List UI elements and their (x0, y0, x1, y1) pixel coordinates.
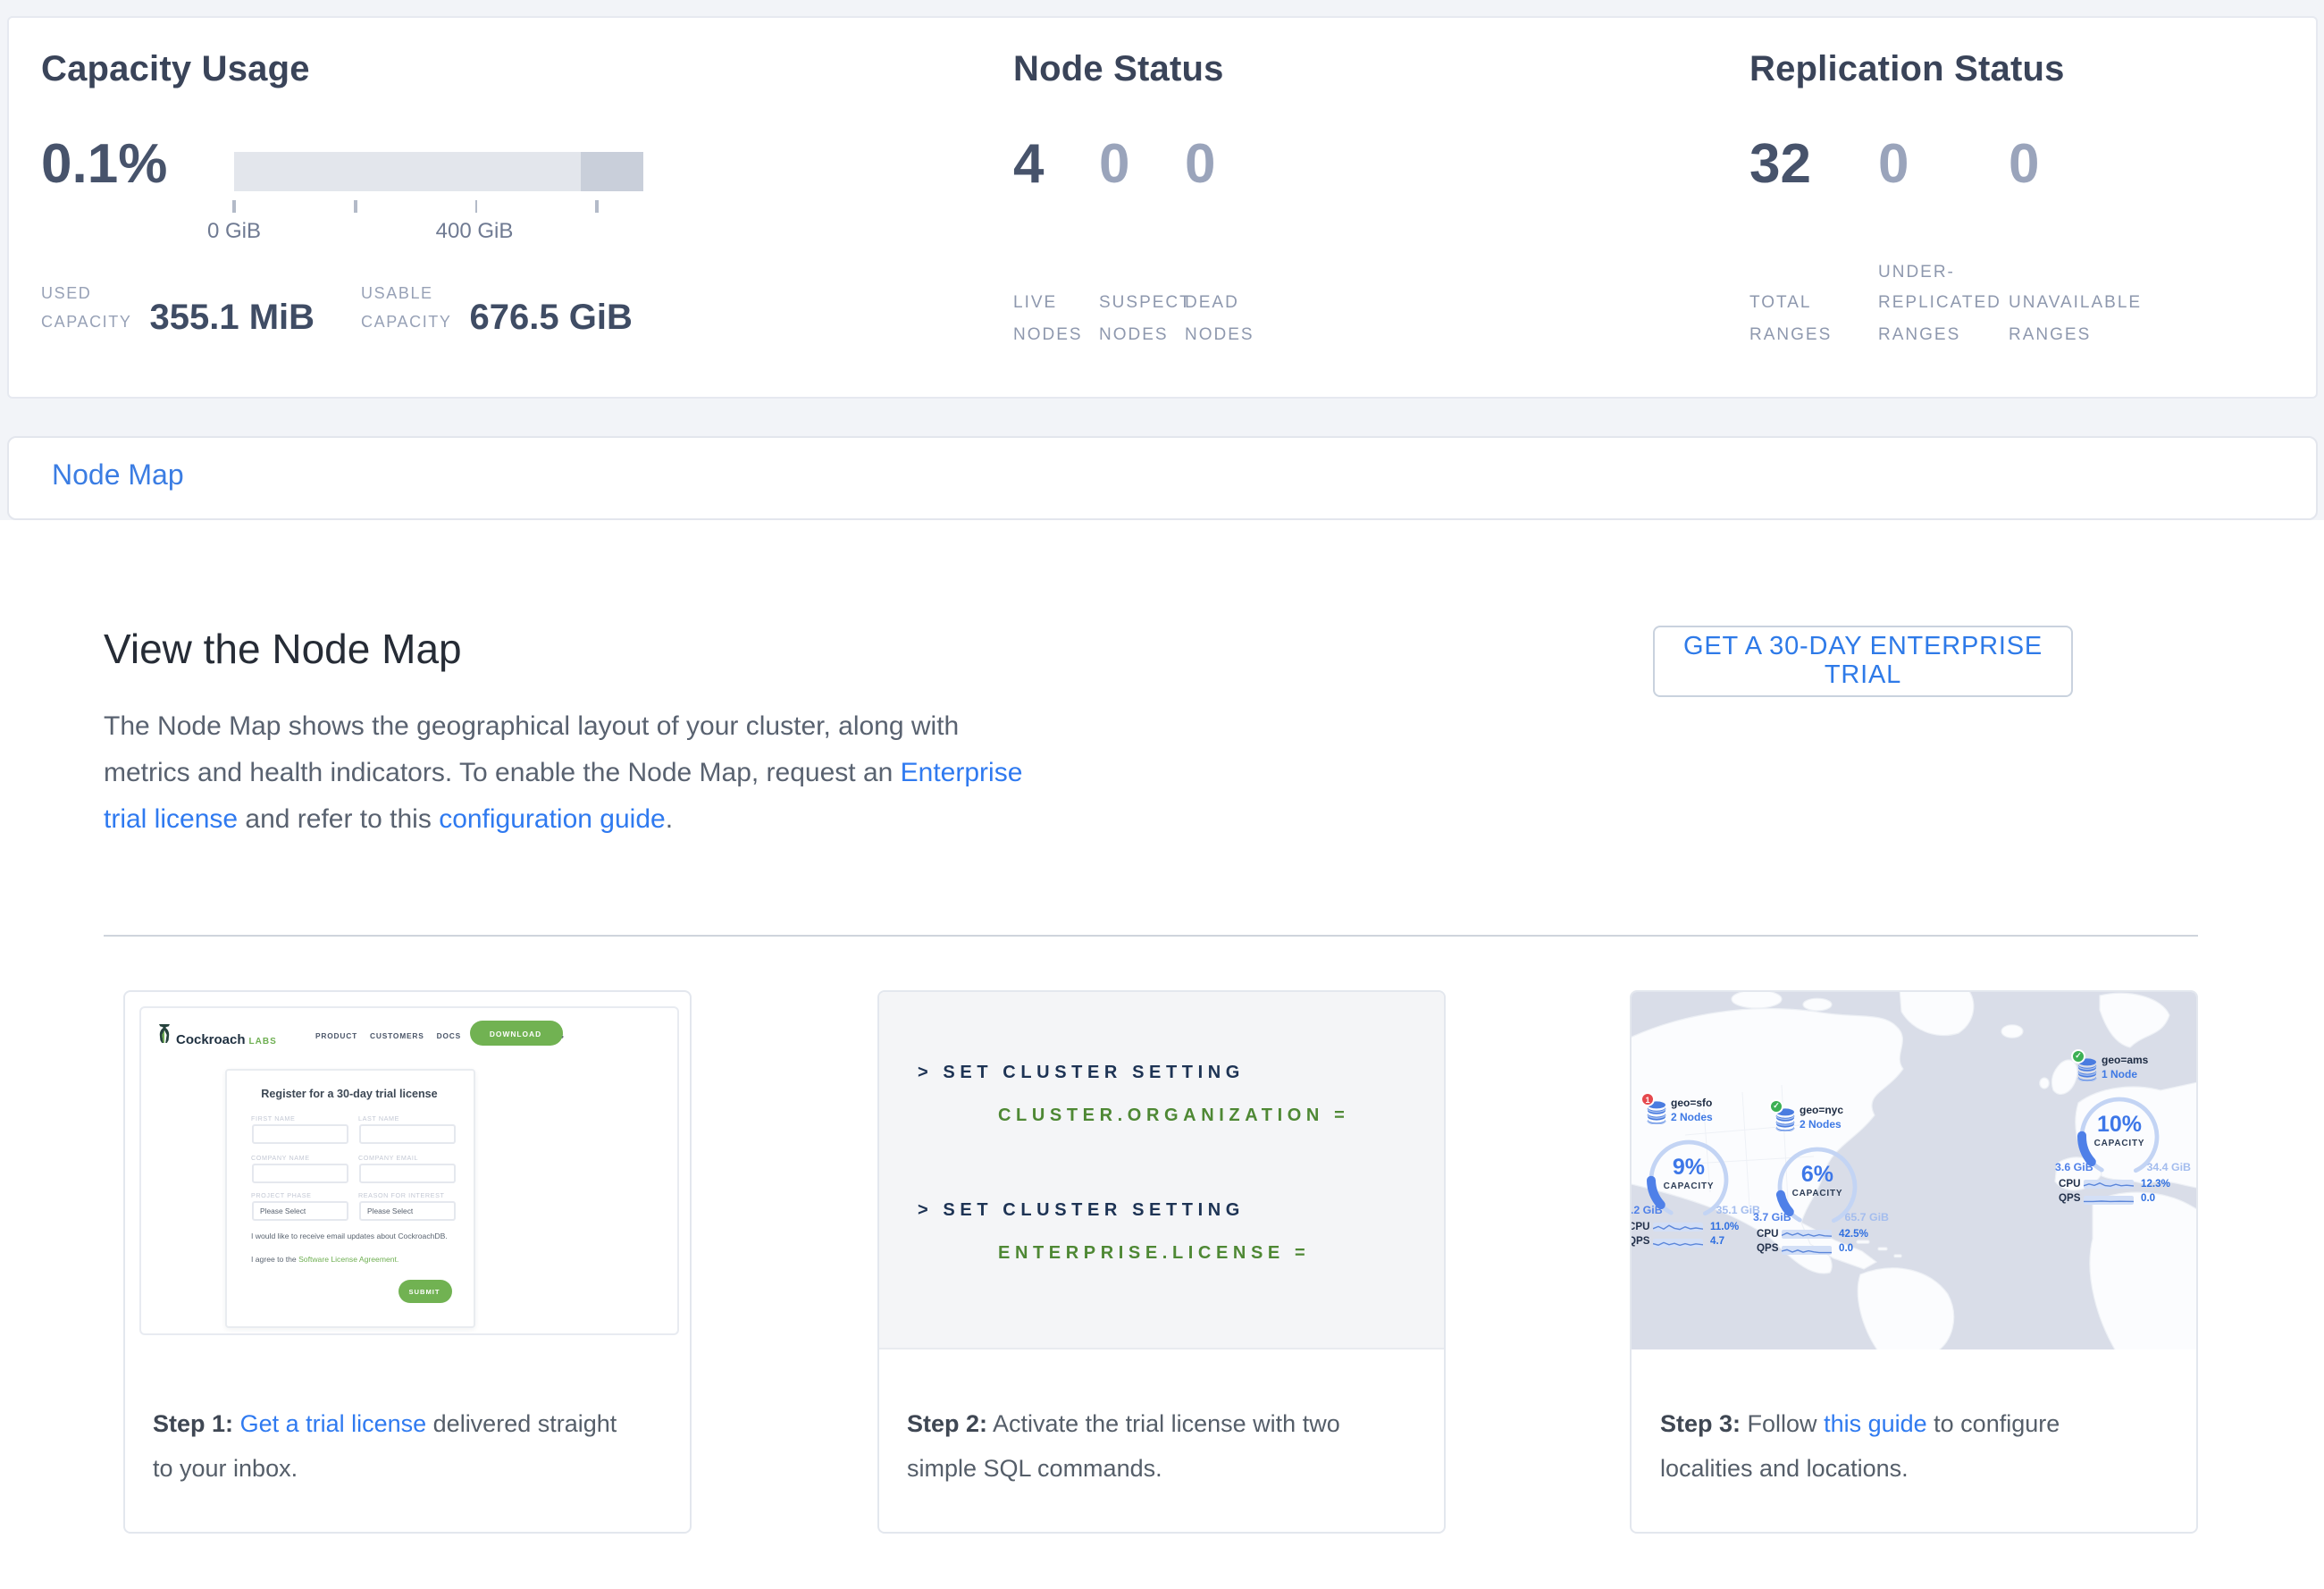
step3-caption: Step 3: Follow this guide to configurelo… (1632, 1349, 2196, 1491)
usable-capacity-label: USABLE CAPACITY (361, 279, 452, 336)
capacity-bar-segment (581, 152, 643, 191)
suspect-nodes-count: 0 (1099, 132, 1130, 197)
step1-card: Cockroach LABS PRODUCTCUSTOMERSDOCSRESOU… (122, 990, 691, 1533)
locality-label: geo=ams (2102, 1055, 2148, 1069)
node-count-label: 2 Nodes (1800, 1119, 1843, 1133)
step2-sql-panel: > SET CLUSTER SETTING CLUSTER.ORGANIZATI… (878, 992, 1443, 1349)
unavailable-ranges-label: UNAVAILABLERANGES (2009, 256, 2142, 350)
cluster-overview-page: Capacity Usage 0.1% 0 GiB 400 GiB USED C… (0, 0, 2324, 1589)
ok-badge-icon: ✓ (1769, 1099, 1783, 1114)
axis-tick (595, 200, 598, 213)
node-map-dropdown-label: Node Map (52, 462, 184, 494)
usable-capacity-value: 676.5 GiB (470, 298, 633, 340)
replication-status-title: Replication Status (1749, 50, 2065, 91)
map-node-nyc: ✓ geo=nyc 2 Nodes (1769, 1106, 1919, 1255)
qps-sparkline-icon (2084, 1195, 2134, 1204)
axis-tick-label: 0 GiB (207, 218, 261, 243)
mini-trial-form: Register for a 30-day trial license FIRS… (224, 1069, 474, 1328)
node-count-label: 1 Node (2102, 1069, 2148, 1083)
axis-tick-label: 400 GiB (436, 218, 514, 243)
axis-tick (232, 200, 235, 213)
capacity-gauge: 10% CAPACITY (2071, 1089, 2168, 1173)
get-trial-license-link[interactable]: Get a trial license (240, 1410, 427, 1437)
live-nodes-count: 4 (1013, 132, 1045, 197)
locality-label: geo=nyc (1800, 1105, 1843, 1119)
capacity-values-row: USED CAPACITY 355.1 MiB USABLE CAPACITY … (41, 279, 633, 336)
page-title: View the Node Map (104, 626, 462, 674)
live-nodes-label: LIVENODES (1013, 256, 1083, 350)
under-replicated-ranges-label: UNDER-REPLICATEDRANGES (1878, 256, 2001, 350)
total-ranges-label: TOTALRANGES (1749, 256, 1832, 350)
intro-line2: metrics and health indicators. To enable… (104, 758, 901, 788)
step1-screenshot: Cockroach LABS PRODUCTCUSTOMERSDOCSRESOU… (124, 992, 689, 1349)
capacity-usage-title: Capacity Usage (41, 50, 310, 91)
capacity-bar: 0 GiB 400 GiB (234, 152, 643, 191)
dead-nodes-count: 0 (1185, 132, 1216, 197)
total-ranges-count: 32 (1749, 132, 1811, 197)
mini-input (251, 1124, 348, 1144)
capacity-gauge: 6% CAPACITY (1769, 1139, 1866, 1223)
suspect-nodes-label: SUSPECTNODES (1099, 256, 1192, 350)
node-map-info-panel: View the Node Map GET A 30-DAY ENTERPRIS… (0, 520, 2324, 1589)
sql-command-2: > SET CLUSTER SETTING (918, 1201, 1245, 1221)
node-status-title: Node Status (1013, 50, 1224, 91)
ok-badge-icon: ✓ (2071, 1049, 2085, 1064)
map-node-sfo: 1 geo=sfo 2 Nodes (1640, 1099, 1791, 1248)
mini-select: Please Select (251, 1201, 348, 1221)
mini-checkbox-license: I agree to the Software License Agreemen… (251, 1255, 399, 1264)
mini-input (251, 1163, 348, 1182)
used-capacity-label: USED CAPACITY (41, 279, 132, 336)
axis-tick (474, 200, 477, 213)
mini-input (358, 1163, 455, 1182)
step1-caption: Step 1: Get a trial license delivered st… (124, 1349, 689, 1491)
axis-tick (354, 200, 357, 213)
cluster-summary-panel: Capacity Usage 0.1% 0 GiB 400 GiB USED C… (7, 16, 2318, 398)
node-map-dropdown[interactable]: Node Map (7, 435, 2318, 520)
mini-select: Please Select (358, 1201, 455, 1221)
mini-submit-button: SUBMIT (398, 1280, 451, 1303)
step2-card: > SET CLUSTER SETTING CLUSTER.ORGANIZATI… (877, 990, 1445, 1533)
this-guide-link[interactable]: this guide (1824, 1410, 1927, 1437)
qps-sparkline-icon (1653, 1238, 1703, 1247)
capacity-used-percent: 0.1% (41, 132, 167, 197)
intro-line1: The Node Map shows the geographical layo… (104, 711, 959, 742)
mini-checkbox-updates: I would like to receive email updates ab… (251, 1232, 448, 1240)
map-node-ams: ✓ geo=ams 1 Node (2071, 1056, 2198, 1205)
sql-command-1: > SET CLUSTER SETTING (918, 1064, 1245, 1083)
error-badge-icon: 1 (1640, 1092, 1655, 1106)
used-capacity-value: 355.1 MiB (150, 298, 315, 340)
section-divider (104, 935, 2198, 937)
qps-sparkline-icon (1782, 1245, 1832, 1254)
configuration-guide-link[interactable]: configuration guide (439, 804, 666, 835)
sql-arg-2: ENTERPRISE.LICENSE = (998, 1244, 1310, 1264)
mini-download-button: DOWNLOAD (469, 1021, 562, 1046)
step2-caption: Step 2: Activate the trial license with … (878, 1349, 1443, 1491)
locality-label: geo=sfo (1671, 1097, 1713, 1112)
unavailable-ranges-count: 0 (2009, 132, 2040, 197)
under-replicated-ranges-count: 0 (1878, 132, 1909, 197)
sql-arg-1: CLUSTER.ORGANIZATION = (998, 1106, 1349, 1126)
registration-form-thumbnail: Cockroach LABS PRODUCTCUSTOMERSDOCSRESOU… (138, 1006, 678, 1335)
intro-line3: and refer to this (238, 804, 439, 835)
capacity-gauge: 9% CAPACITY (1640, 1131, 1737, 1215)
node-map-preview: 1 geo=sfo 2 Nodes (1632, 992, 2196, 1349)
node-count-label: 2 Nodes (1671, 1112, 1713, 1126)
mini-input (358, 1124, 455, 1144)
step3-card: 1 geo=sfo 2 Nodes (1630, 990, 2198, 1533)
cockroach-icon (156, 1024, 171, 1044)
intro-paragraph: The Node Map shows the geographical layo… (104, 704, 1176, 844)
cockroach-labs-logo: Cockroach LABS (156, 1024, 277, 1047)
enterprise-trial-button[interactable]: GET A 30-DAY ENTERPRISE TRIAL (1653, 626, 2073, 697)
dead-nodes-label: DEADNODES (1185, 256, 1254, 350)
